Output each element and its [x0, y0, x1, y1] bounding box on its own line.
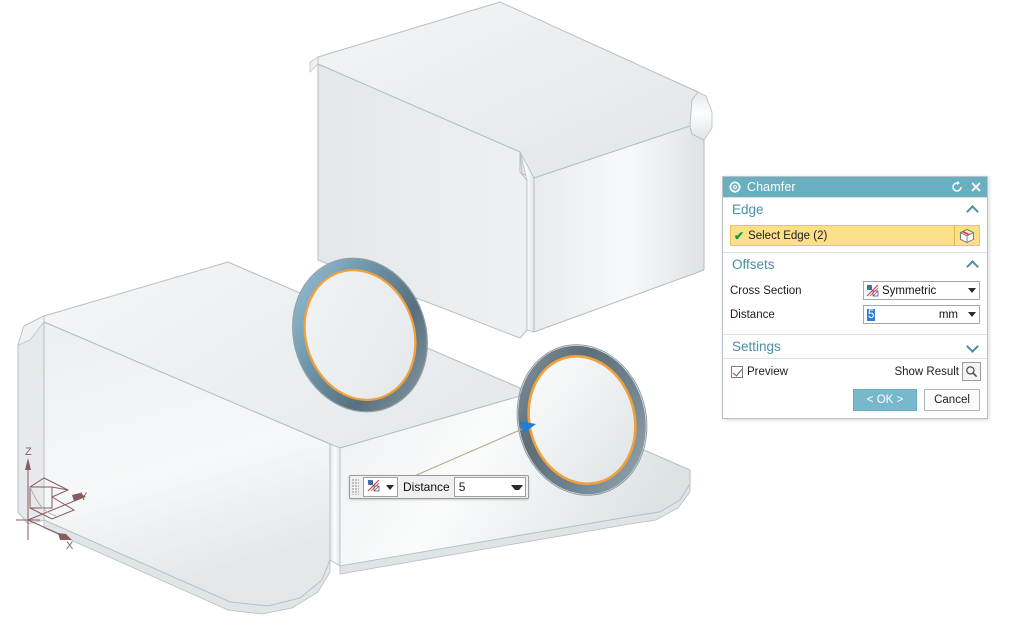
gear-icon [729, 181, 741, 193]
distance-row: Distance 5 mm [730, 304, 980, 325]
chevron-up-icon[interactable] [967, 204, 979, 216]
distance-input[interactable]: 5 mm [863, 305, 980, 324]
section-title-settings: Settings [732, 339, 781, 354]
cross-section-row: Cross Section Symmetric [730, 280, 980, 301]
triad-label-z: Z [25, 446, 32, 458]
chevron-down-icon [385, 484, 394, 490]
chevron-up-icon[interactable] [967, 259, 979, 271]
show-result-label: Show Result [894, 365, 959, 378]
distance-unit: mm [938, 308, 958, 321]
triad-label-y: Y [80, 491, 88, 503]
section-header-edge[interactable]: Edge [723, 197, 987, 221]
cancel-button[interactable]: Cancel [924, 389, 980, 411]
select-edge-label: Select Edge (2) [748, 229, 828, 242]
hud-distance-dropdown[interactable] [505, 478, 525, 496]
hud-cross-section-dropdown[interactable] [382, 478, 397, 496]
chevron-down-icon [511, 484, 524, 490]
distance-unit-dropdown[interactable] [964, 306, 979, 323]
distance-value: 5 [867, 308, 876, 321]
chamfer-symmetric-icon [864, 284, 879, 297]
distance-label: Distance [730, 308, 775, 321]
dialog-button-bar: < OK > Cancel [723, 385, 987, 418]
section-title-edge: Edge [732, 202, 764, 217]
cross-section-select[interactable]: Symmetric [863, 281, 980, 300]
chevron-down-icon [967, 288, 976, 293]
magnifier-icon[interactable] [962, 362, 981, 381]
triad-label-x: X [66, 540, 74, 552]
chamfer-symmetric-icon [367, 479, 380, 495]
section-body-offsets: Cross Section Symmetric Distance 5 mm [723, 276, 987, 334]
chevron-down-icon [967, 312, 976, 317]
selection-check-icon: ✔ [734, 228, 745, 243]
close-icon[interactable] [970, 181, 982, 193]
section-body-edge: ✔ Select Edge (2) [723, 221, 987, 252]
cross-section-value: Symmetric [882, 284, 937, 297]
hud-cross-section-combo[interactable] [363, 477, 398, 497]
select-edge-row[interactable]: ✔ Select Edge (2) [730, 225, 980, 246]
hud-distance-value: 5 [458, 480, 466, 494]
onscreen-distance-input[interactable]: Distance 5 [349, 475, 529, 499]
dialog-title: Chamfer [747, 180, 796, 194]
section-header-offsets[interactable]: Offsets [723, 252, 987, 276]
preview-label: Preview [747, 365, 788, 378]
cross-section-label: Cross Section [730, 284, 802, 297]
preview-row: Preview Show Result [723, 358, 987, 385]
preview-checkbox[interactable] [731, 365, 743, 378]
hud-distance-value-combo[interactable]: 5 [453, 477, 526, 497]
dialog-titlebar[interactable]: Chamfer [723, 177, 987, 197]
section-title-offsets: Offsets [732, 257, 775, 272]
ok-button[interactable]: < OK > [853, 389, 917, 411]
cube-edge-select-icon[interactable] [954, 226, 979, 245]
cross-section-dropdown[interactable] [964, 282, 979, 299]
hud-distance-label: Distance [403, 480, 450, 494]
reset-icon[interactable] [951, 181, 963, 193]
chamfer-dialog[interactable]: Chamfer Edge ✔ Select Edge (2) Offsets C… [722, 176, 988, 419]
section-header-settings[interactable]: Settings [723, 334, 987, 358]
chevron-down-icon[interactable] [967, 341, 979, 353]
drag-handle-icon[interactable] [352, 479, 359, 495]
